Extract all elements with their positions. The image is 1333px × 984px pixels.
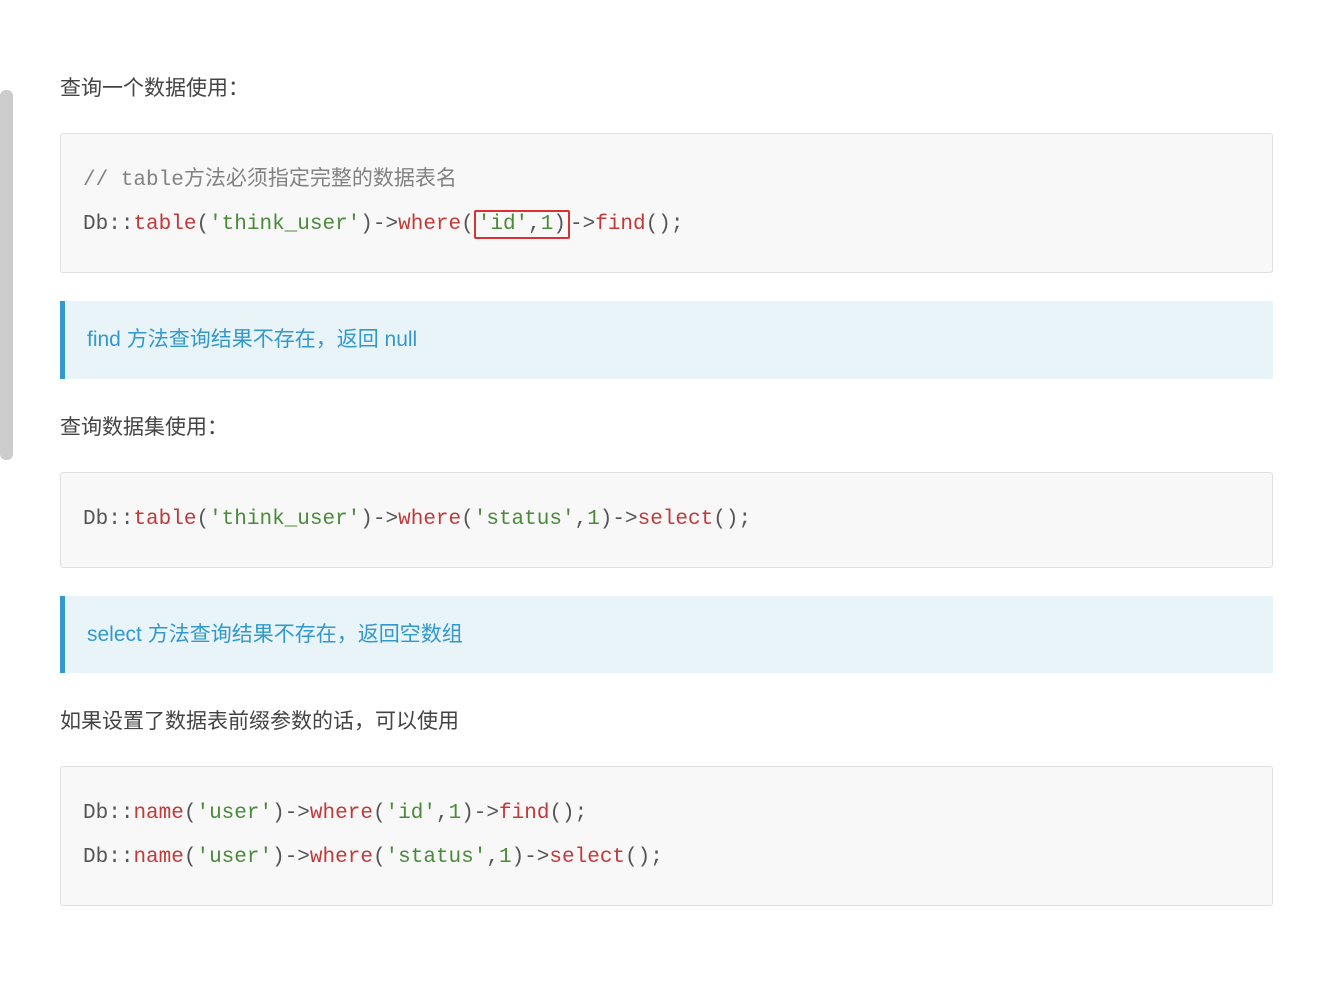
code-method: where (310, 846, 373, 869)
code-arrow: -> (474, 802, 499, 825)
code-string: 'user' (196, 846, 272, 869)
code-paren: (); (646, 213, 684, 236)
code-paren: ) (461, 802, 474, 825)
code-number: 1 (449, 802, 462, 825)
code-class: Db (83, 508, 108, 531)
section1-intro: 查询一个数据使用： (60, 70, 1273, 108)
code-comma: , (528, 213, 541, 236)
code-comma: , (436, 802, 449, 825)
code-op: :: (108, 213, 133, 236)
code-string: 'id' (478, 213, 528, 236)
code-method: where (398, 508, 461, 531)
code-method: where (310, 802, 373, 825)
code-number: 1 (499, 846, 512, 869)
code-string: 'id' (386, 802, 436, 825)
code-method: table (133, 508, 196, 531)
code-op: :: (108, 846, 133, 869)
scrollbar-thumb[interactable] (0, 90, 13, 460)
code-comma: , (575, 508, 588, 531)
code-method: where (398, 213, 461, 236)
code-paren: ( (196, 508, 209, 531)
code-arrow: -> (524, 846, 549, 869)
code-paren: ( (373, 846, 386, 869)
section2-intro: 查询数据集使用： (60, 409, 1273, 447)
code-method: select (549, 846, 625, 869)
code-paren: ) (600, 508, 613, 531)
code-class: Db (83, 213, 108, 236)
code-arrow: -> (373, 213, 398, 236)
note-box-1: find 方法查询结果不存在，返回 null (60, 301, 1273, 379)
code-paren: ) (360, 213, 373, 236)
code-paren: ( (184, 802, 197, 825)
code-paren: ( (461, 213, 474, 236)
code-class: Db (83, 846, 108, 869)
code-paren: ) (360, 508, 373, 531)
highlight-box: 'id',1) (474, 210, 570, 239)
code-arrow: -> (285, 802, 310, 825)
note-box-2: select 方法查询结果不存在，返回空数组 (60, 596, 1273, 674)
code-arrow: -> (285, 846, 310, 869)
section3-intro: 如果设置了数据表前缀参数的话，可以使用 (60, 703, 1273, 741)
code-comment: // table方法必须指定完整的数据表名 (83, 169, 457, 192)
code-arrow: -> (373, 508, 398, 531)
code-paren: (); (549, 802, 587, 825)
code-paren: ( (196, 213, 209, 236)
code-op: :: (108, 802, 133, 825)
code-comma: , (486, 846, 499, 869)
code-paren: ) (272, 846, 285, 869)
code-method: name (133, 846, 183, 869)
code-number: 1 (541, 213, 554, 236)
code-class: Db (83, 802, 108, 825)
code-block-1: // table方法必须指定完整的数据表名 Db::table('think_u… (60, 133, 1273, 273)
code-string: 'user' (196, 802, 272, 825)
code-paren: ) (553, 213, 566, 236)
code-number: 1 (587, 508, 600, 531)
code-string: 'status' (386, 846, 487, 869)
code-method: find (595, 213, 645, 236)
code-arrow: -> (612, 508, 637, 531)
code-paren: ) (272, 802, 285, 825)
code-paren: ( (184, 846, 197, 869)
code-string: 'status' (474, 508, 575, 531)
code-paren: (); (625, 846, 663, 869)
code-string: 'think_user' (209, 508, 360, 531)
code-block-2: Db::table('think_user')->where('status',… (60, 472, 1273, 568)
code-paren: ( (373, 802, 386, 825)
code-paren: (); (713, 508, 751, 531)
code-paren: ( (461, 508, 474, 531)
code-op: :: (108, 508, 133, 531)
code-method: table (133, 213, 196, 236)
code-arrow: -> (570, 213, 595, 236)
code-block-3: Db::name('user')->where('id',1)->find();… (60, 766, 1273, 906)
code-paren: ) (512, 846, 525, 869)
code-method: name (133, 802, 183, 825)
code-method: select (638, 508, 714, 531)
code-method: find (499, 802, 549, 825)
code-string: 'think_user' (209, 213, 360, 236)
